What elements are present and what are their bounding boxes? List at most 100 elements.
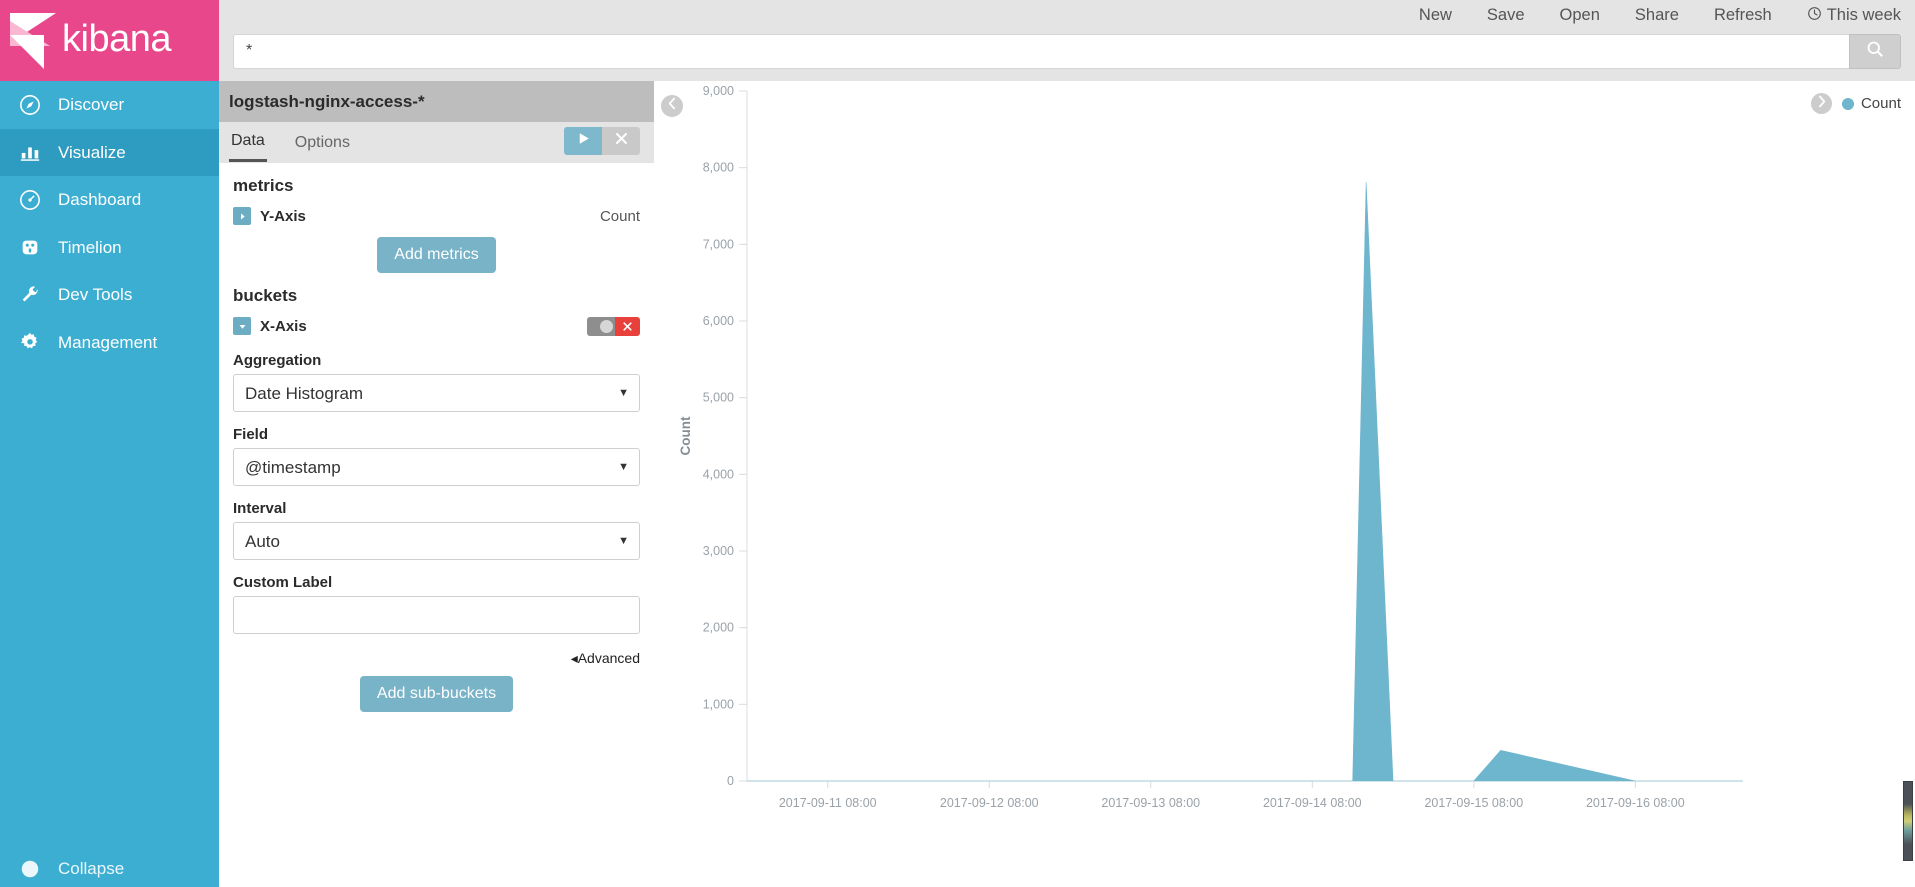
caret-right-icon[interactable] [233, 207, 251, 225]
wrench-icon [14, 284, 46, 306]
chevron-right-circle-icon [1815, 95, 1828, 113]
topnav-save-button[interactable]: Save [1487, 6, 1525, 25]
top-nav-bar: New Save Open Share Refresh This week [219, 0, 1915, 31]
custom-label-label: Custom Label [233, 574, 333, 591]
index-pattern-title: logstash-nginx-access-* [219, 81, 654, 122]
x-axis-tick-label: 2017-09-14 08:00 [1263, 796, 1362, 810]
topnav-label: This week [1826, 6, 1901, 24]
editor-body: metrics Y-Axis Count Add metrics buckets [219, 163, 654, 887]
area-chart-svg: 0 1,000 2,000 3,000 4,000 5,000 6,000 7,000 8,00… [678, 84, 1743, 810]
legend-color-swatch [1841, 97, 1854, 110]
play-icon [576, 131, 591, 151]
topnav-label: Share [1634, 6, 1679, 24]
legend-label: Count [1860, 95, 1901, 112]
y-axis-tick-label: 6,000 [703, 314, 734, 328]
y-axis-tick-label: 1,000 [703, 697, 734, 711]
caret-left-icon: ◂ [570, 650, 578, 666]
interval-label: Interval [233, 500, 287, 517]
y-axis-tick-label: 0 [727, 774, 734, 788]
x-axis-tick-label: 2017-09-15 08:00 [1424, 796, 1523, 810]
buckets-heading: buckets [233, 286, 298, 305]
tab-label: Options [294, 133, 350, 151]
y-axis-tick-label: 2,000 [703, 621, 734, 635]
query-bar [219, 31, 1915, 81]
y-axis-tick-label: 9,000 [703, 84, 734, 98]
collapse-editor-button[interactable] [661, 95, 683, 117]
tab-options[interactable]: Options [293, 125, 352, 161]
metric-name: Y-Axis [260, 207, 306, 225]
scroll-position-indicator[interactable] [1903, 781, 1913, 861]
topnav-label: Open [1559, 6, 1600, 24]
field-label: Field [233, 426, 269, 443]
discard-changes-button[interactable] [602, 127, 640, 155]
sidebar-item-visualize[interactable]: Visualize [0, 128, 219, 176]
aggregation-select[interactable]: Date Histogram [233, 374, 640, 412]
topnav-label: Save [1486, 6, 1525, 24]
x-axis-tick-label: 2017-09-16 08:00 [1586, 796, 1685, 810]
bucket-controls [587, 316, 640, 336]
editor-and-chart: logstash-nginx-access-* Data Options met… [219, 81, 1915, 887]
interval-select[interactable]: Auto [233, 522, 640, 560]
visualization-chart-panel: Count 0 1,000 2,000 3,000 4,000 5,000 6,000 7,0… [654, 81, 1915, 887]
bar-chart-icon [14, 141, 46, 163]
visualization-editor-panel: logstash-nginx-access-* Data Options met… [219, 81, 654, 887]
aggregation-label: Aggregation [233, 352, 322, 369]
gear-icon [14, 331, 46, 353]
sidebar-item-label: Visualize [58, 142, 126, 162]
remove-bucket-button[interactable] [615, 316, 640, 336]
bucket-row-x-axis[interactable]: X-Axis [233, 314, 640, 338]
legend-item-count[interactable]: Count [1841, 95, 1901, 112]
sidebar-item-timelion[interactable]: Timelion [0, 224, 219, 272]
metric-row-y-axis[interactable]: Y-Axis Count [233, 204, 640, 228]
timelion-icon [14, 236, 46, 258]
sidebar-item-management[interactable]: Management [0, 319, 219, 367]
search-submit-button[interactable] [1849, 33, 1901, 69]
dashboard-gauge-icon [14, 189, 46, 211]
sidebar-item-label: Timelion [58, 237, 122, 257]
topnav-refresh-button[interactable]: Refresh [1714, 6, 1772, 25]
sidebar-item-discover[interactable]: Discover [0, 81, 219, 129]
caret-down-icon[interactable] [233, 317, 251, 335]
bucket-enable-toggle[interactable] [587, 316, 615, 336]
y-axis-tick-label: 3,000 [703, 544, 734, 558]
advanced-toggle[interactable]: ◂Advanced [233, 650, 640, 667]
kibana-logo-text: kibana [62, 17, 171, 60]
tab-data[interactable]: Data [229, 123, 267, 162]
y-axis-tick-label: 8,000 [703, 161, 734, 175]
add-metrics-button[interactable]: Add metrics [377, 237, 496, 273]
nav-list: Discover Visualize Dashboard Timelion De… [0, 81, 219, 850]
tab-label: Data [231, 132, 265, 149]
sidebar-item-label: Management [58, 332, 158, 352]
sidebar-item-dashboard[interactable]: Dashboard [0, 176, 219, 224]
kibana-app: kibana Discover Visualize Dashboard Time… [0, 0, 1915, 887]
apply-changes-button[interactable] [564, 127, 602, 155]
topnav-label: New [1418, 6, 1452, 24]
metric-value: Count [599, 207, 640, 225]
interval-select-wrap: Auto ▼ [233, 522, 640, 560]
sidebar-collapse-item[interactable]: Collapse [0, 850, 219, 887]
global-nav-sidebar: kibana Discover Visualize Dashboard Time… [0, 0, 219, 887]
add-sub-buckets-button[interactable]: Add sub-buckets [359, 676, 514, 712]
sidebar-item-dev-tools[interactable]: Dev Tools [0, 271, 219, 319]
topnav-share-button[interactable]: Share [1635, 6, 1679, 25]
series-area-count [747, 182, 1743, 782]
compass-icon [14, 94, 46, 116]
field-select-wrap: @timestamp ▼ [233, 448, 640, 486]
main-area: New Save Open Share Refresh This week * … [219, 0, 1915, 887]
legend-toggle-button[interactable] [1810, 93, 1832, 114]
topnav-open-button[interactable]: Open [1560, 6, 1600, 25]
y-axis-tick-label: 4,000 [703, 467, 734, 481]
topnav-new-button[interactable]: New [1419, 6, 1452, 25]
time-picker-button[interactable]: This week [1807, 6, 1901, 26]
kibana-logo[interactable]: kibana [0, 0, 219, 81]
sidebar-item-label: Dashboard [58, 190, 142, 210]
custom-label-input[interactable] [233, 596, 640, 634]
metrics-heading: metrics [233, 176, 294, 195]
field-select[interactable]: @timestamp [233, 448, 640, 486]
editor-tabs: Data Options [219, 122, 654, 163]
x-axis-tick-label: 2017-09-13 08:00 [1101, 796, 1200, 810]
advanced-label: Advanced [577, 650, 640, 666]
bucket-name: X-Axis [260, 317, 307, 335]
y-axis-tick-label: 5,000 [703, 391, 734, 405]
search-input[interactable] [233, 33, 1849, 69]
